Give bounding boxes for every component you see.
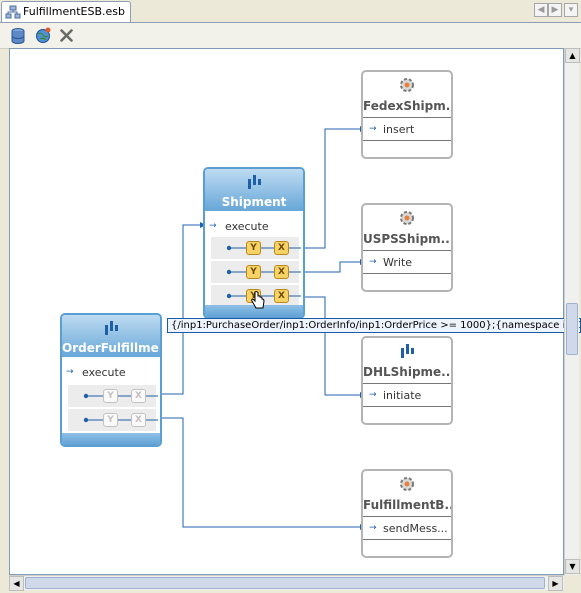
operation-arrow-icon: → [369,390,377,400]
operation-arrow-icon: → [369,523,377,533]
divider [363,539,451,540]
service-title: FulfillmentB... [363,498,451,512]
editor-tab[interactable]: FulfillmentESB.esb [1,1,131,22]
vertical-scrollbar[interactable]: ▲ ▼ [564,48,580,575]
transform-icon[interactable]: X [131,413,146,427]
divider [363,117,451,118]
rule-links [83,393,158,423]
operation-arrow-icon: → [369,257,377,267]
filter-icon[interactable]: Y [103,413,118,427]
service-dhl[interactable]: DHLShipme... → initiate [361,336,453,425]
horizontal-scrollbar[interactable]: ◀ ▶ [9,575,564,591]
scroll-corner [564,575,579,590]
scroll-tabs-left-button[interactable]: ◀ [534,3,548,17]
tab-list-button[interactable]: ▾ [564,3,578,17]
vertical-scroll-thumb[interactable] [566,303,578,355]
scroll-down-button[interactable]: ▼ [565,559,580,574]
transform-icon[interactable]: X [274,289,289,303]
horizontal-scroll-thumb[interactable] [25,577,545,589]
routing-service-order-fulfillment[interactable]: OrderFulfillme... → execute Y X Y X [60,313,162,447]
service-title: USPSShipm... [363,232,451,246]
filter-icon[interactable]: Y [103,389,118,403]
editor-tab-bar: FulfillmentESB.esb ◀ ▶ ▾ [0,0,581,23]
connector-shipment-to-fedex [300,128,360,249]
database-icon[interactable] [11,28,25,44]
connector-order-to-fulfillment [151,417,360,528]
divider [363,250,451,251]
operation-arrow-icon: → [369,124,377,134]
adapter-gear-icon [400,78,414,92]
filter-expression-tooltip: {/inp1:PurchaseOrder/inp1:OrderInfo/inp1… [167,318,581,333]
scroll-left-button[interactable]: ◀ [9,576,24,591]
transform-icon[interactable]: X [274,241,289,255]
diagram-toolbar [0,23,581,49]
scroll-tabs-right-button[interactable]: ▶ [548,3,562,17]
transform-icon[interactable]: X [274,265,289,279]
adapter-gear-icon [400,211,414,225]
editor-tab-label: FulfillmentESB.esb [23,5,126,18]
esb-diagram-canvas[interactable]: FedexShipm... → insert USPSShipm... → Wr… [9,48,564,575]
delete-icon[interactable] [60,29,73,42]
service-fulfillment[interactable]: FulfillmentB... → sendMess... [361,469,453,558]
service-operation[interactable]: insert [383,123,414,136]
divider [363,516,451,517]
scroll-right-button[interactable]: ▶ [548,576,563,591]
scroll-up-button[interactable]: ▲ [565,48,580,63]
filter-icon[interactable]: Y [246,241,261,255]
service-usps[interactable]: USPSShipm... → Write [361,203,453,292]
filter-icon[interactable]: Y [246,265,261,279]
service-fedex[interactable]: FedexShipm... → insert [361,70,453,159]
divider [363,406,451,407]
service-operation[interactable]: Write [383,256,412,269]
transform-icon[interactable]: X [131,389,146,403]
hand-cursor-icon [251,291,265,309]
divider [363,383,451,384]
service-operation[interactable]: initiate [383,389,421,402]
routing-service-icon [401,344,414,358]
service-title: DHLShipme... [363,365,451,379]
divider [363,273,451,274]
service-title: FedexShipm... [363,99,451,113]
esb-diagram-icon [5,5,21,19]
globe-icon[interactable] [35,27,52,44]
connector-shipment-to-dhl [300,296,360,396]
adapter-gear-icon [400,477,414,491]
connector-shipment-to-usps [300,261,360,273]
routing-service-footer [62,433,160,445]
divider [363,140,451,141]
service-operation[interactable]: sendMess... [383,522,448,535]
